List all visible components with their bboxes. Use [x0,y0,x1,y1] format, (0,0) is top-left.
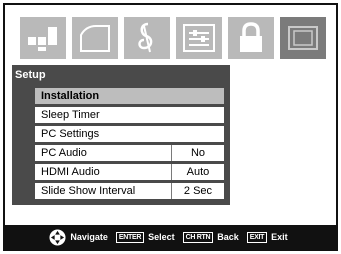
footer-select-label: Select [148,232,175,242]
menu-item-label: Slide Show Interval [41,185,136,197]
menu-item-label: HDMI Audio [41,166,100,178]
enter-key-icon: ENTER [115,231,145,243]
panel-title: Setup [15,69,46,81]
footer-exit-label: Exit [271,232,288,242]
setup-menu: Installation Sleep Timer PC Settings PC … [35,88,224,202]
pc-audio-value[interactable]: No [171,145,224,161]
menu-item-label: PC Audio [41,147,87,159]
menu-icon-bar [20,17,336,59]
music-icon[interactable] [124,17,170,59]
slide-show-interval-value[interactable]: 2 Sec [171,183,224,199]
menu-item-label: Installation [41,90,100,102]
preferences-icon[interactable] [176,17,222,59]
sound-icon[interactable] [72,17,118,59]
lock-icon[interactable] [228,17,274,59]
menu-item-pc-settings[interactable]: PC Settings [35,126,224,142]
exit-key-icon: EXIT [246,231,268,243]
footer-back-label: Back [217,232,239,242]
picture-icon[interactable] [20,17,66,59]
navigate-dpad-icon [49,228,66,246]
menu-item-installation[interactable]: Installation [35,88,224,104]
menu-item-pc-audio[interactable]: PC Audio No [35,145,224,161]
menu-item-slide-show-interval[interactable]: Slide Show Interval 2 Sec [35,183,224,199]
tv-menu-screen: Setup Installation Sleep Timer PC Settin… [3,3,338,251]
menu-item-hdmi-audio[interactable]: HDMI Audio Auto [35,164,224,180]
menu-item-label: Sleep Timer [41,109,100,121]
setup-icon[interactable] [280,17,326,59]
menu-item-label: PC Settings [41,128,100,140]
ch-rtn-key-icon: CH RTN [182,231,214,243]
menu-item-sleep-timer[interactable]: Sleep Timer [35,107,224,123]
hdmi-audio-value[interactable]: Auto [171,164,224,180]
footer-navigate-label: Navigate [70,232,108,242]
footer-help-bar: Navigate ENTER Select CH RTN Back EXIT E… [5,225,336,249]
